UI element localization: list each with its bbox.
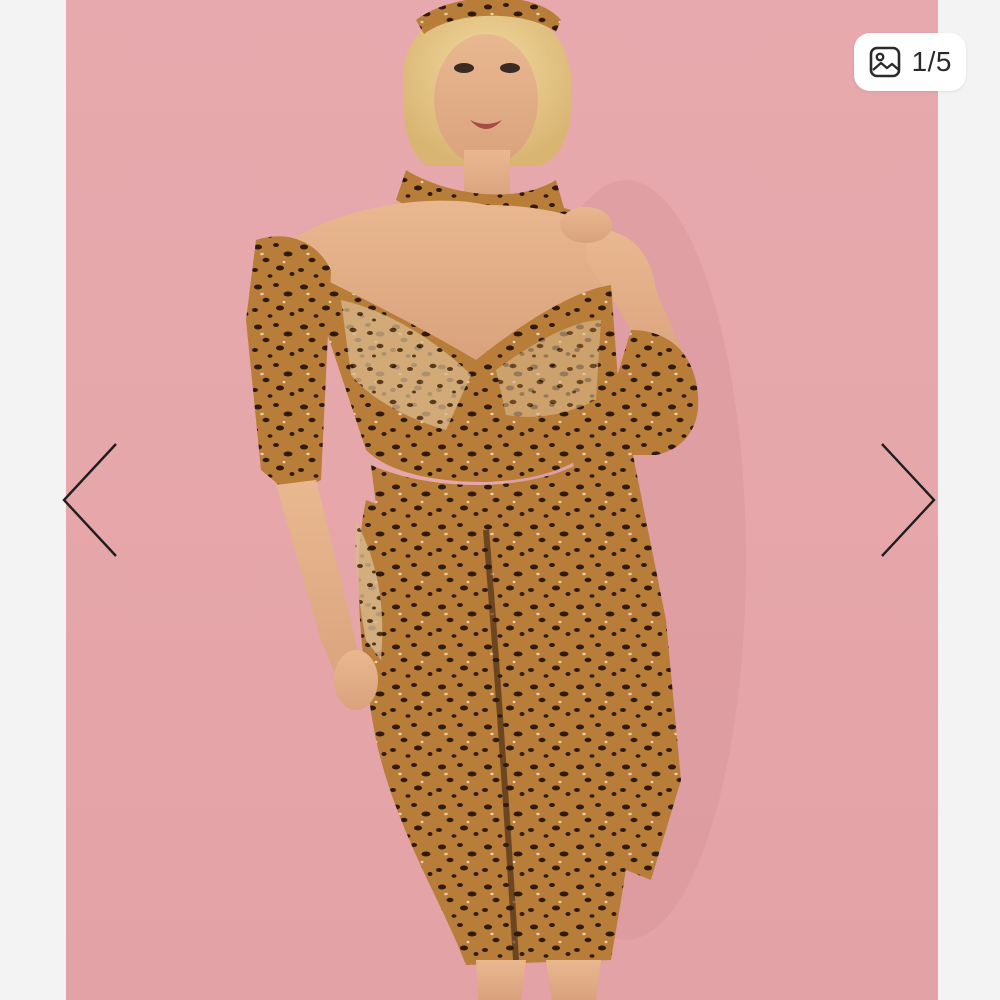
image-viewer: 1/5 — [0, 0, 1000, 1000]
image-counter-badge: 1/5 — [853, 33, 966, 91]
chevron-right-icon — [881, 443, 936, 557]
image-gallery-icon — [869, 46, 900, 78]
chevron-left-icon — [62, 443, 117, 557]
next-image-button[interactable] — [878, 440, 942, 560]
product-photo[interactable] — [66, 0, 938, 1000]
image-counter: 1/5 — [911, 46, 952, 77]
previous-image-button[interactable] — [58, 440, 122, 560]
